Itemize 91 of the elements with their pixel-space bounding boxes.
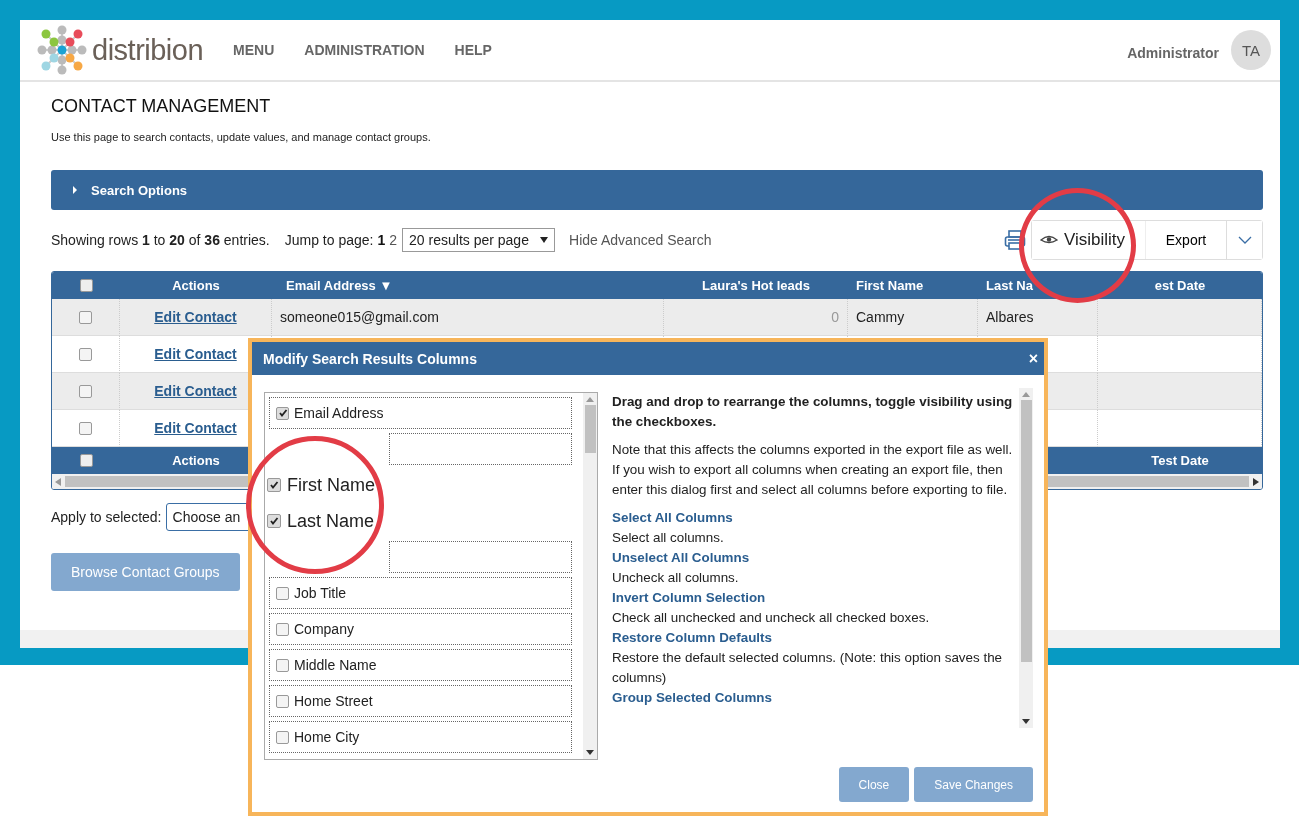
column-header[interactable]: est Date [1098, 272, 1262, 299]
column-item[interactable]: Home Street [269, 685, 572, 717]
caret-icon [71, 186, 79, 194]
table-cell: 0 [664, 299, 848, 336]
edit-contact-link[interactable]: Edit Contact [154, 420, 237, 436]
column-header[interactable]: Test Date [1098, 447, 1262, 474]
nav-link[interactable]: HELP [454, 42, 492, 58]
apply-label: Apply to selected: [51, 509, 162, 525]
checkbox[interactable] [79, 421, 92, 435]
page-link[interactable]: 2 [389, 232, 398, 248]
column-label: Home Street [294, 693, 373, 709]
action-link[interactable]: Invert Column Selection [612, 588, 1015, 608]
dialog-title: Modify Search Results Columns [263, 350, 477, 367]
eye-icon [1040, 235, 1058, 245]
arrow-right-icon[interactable] [1253, 477, 1259, 486]
column-item[interactable]: Email Address [269, 397, 572, 429]
table-cell: Albares [978, 299, 1098, 336]
edit-contact-link[interactable]: Edit Contact [154, 346, 237, 362]
checkbox[interactable] [79, 310, 92, 324]
column-label: Middle Name [294, 657, 377, 673]
column-item[interactable]: Company [269, 613, 572, 645]
edit-contact-link[interactable]: Edit Contact [154, 383, 237, 399]
page-description: Use this page to search contacts, update values, and manage contact groups. [51, 131, 432, 143]
visibility-button[interactable]: Visibility [1032, 221, 1146, 259]
arrow-down-icon[interactable] [1022, 719, 1030, 724]
help-note: Note that this affects the columns exported in the export file as well. If you wish to export all columns when creating an export file, then enter this dialog first and select all columns before exporting to file. [612, 441, 1014, 499]
column-header[interactable]: Email Address ▼ [272, 272, 664, 299]
action-description: Check all unchecked and uncheck all checked boxes. [612, 609, 931, 627]
vertical-scrollbar[interactable] [583, 393, 597, 759]
checkbox[interactable] [276, 730, 289, 744]
close-button[interactable]: × [1028, 349, 1038, 368]
action-link[interactable]: Group Selected Columns [612, 688, 1015, 708]
column-item[interactable] [389, 433, 572, 465]
avatar[interactable]: TA [1231, 30, 1271, 70]
action-description: Select all columns. [612, 529, 725, 547]
page-link[interactable]: 1 [377, 232, 386, 248]
column-item[interactable]: Middle Name [269, 649, 572, 681]
column-label: Company [294, 621, 354, 637]
per-page-select[interactable]: 20 results per page [402, 228, 556, 252]
checkbox[interactable] [79, 384, 92, 398]
arrow-down-icon[interactable] [586, 750, 594, 755]
printer-icon[interactable] [1004, 229, 1026, 251]
scroll-thumb[interactable] [1020, 400, 1032, 662]
table-cell: Cammy [848, 299, 978, 336]
checkbox[interactable] [276, 694, 289, 708]
column-item[interactable]: Job Title [269, 577, 572, 609]
column-item[interactable]: First Name [265, 469, 572, 501]
nav-link[interactable]: MENU [233, 42, 275, 58]
advanced-search-link[interactable]: Hide Advanced Search [569, 232, 712, 248]
column-label: Job Title [294, 585, 347, 601]
scroll-thumb[interactable] [584, 405, 596, 453]
checkbox[interactable] [276, 586, 289, 600]
dropdown-icon [540, 237, 549, 243]
arrow-left-icon[interactable] [55, 477, 61, 486]
column-header[interactable]: First Name [848, 272, 978, 299]
arrow-up-icon[interactable] [586, 397, 594, 402]
user-name: Administrator [1127, 45, 1219, 61]
column-label: Last Name [287, 510, 375, 532]
export-menu-button[interactable] [1226, 221, 1262, 259]
column-header[interactable]: Laura's Hot leads [664, 272, 848, 299]
column-item[interactable] [389, 541, 572, 573]
table-cell: someone015@gmail.com [272, 299, 664, 336]
action-description: Restore the default selected columns. (Note: this option saves the columns) [612, 649, 1004, 687]
action-link[interactable]: Select All Columns [612, 508, 1015, 528]
column-item[interactable]: Home City [269, 721, 572, 753]
search-options-bar[interactable]: Search Options [51, 170, 1263, 210]
nav-link[interactable]: ADMINISTRATION [304, 42, 425, 58]
jump-label: Jump to page: [284, 232, 374, 248]
chevron-icon [1237, 236, 1252, 244]
results-summary: Showing rows 1 to 20 of 36 entries. [51, 232, 270, 248]
checkbox[interactable] [276, 622, 289, 636]
checkbox[interactable] [276, 658, 289, 672]
column-label: Home City [294, 729, 360, 745]
checkbox[interactable] [79, 454, 93, 467]
help-intro: Drag and drop to rearrange the columns, toggle visibility using the checkboxes. [612, 393, 1014, 431]
vertical-scrollbar[interactable] [1019, 388, 1033, 728]
logo-text: distribion [92, 33, 204, 67]
action-link[interactable]: Unselect All Columns [612, 548, 1015, 568]
checkbox[interactable] [267, 478, 281, 492]
checkbox[interactable] [267, 514, 281, 528]
edit-contact-link[interactable]: Edit Contact [154, 309, 237, 325]
checkbox[interactable] [79, 279, 93, 292]
column-header[interactable]: Actions [120, 272, 272, 299]
checkbox[interactable] [276, 406, 289, 420]
arrow-up-icon[interactable] [1022, 392, 1030, 397]
column-header[interactable]: Last Na [978, 272, 1098, 299]
checkbox[interactable] [79, 347, 92, 361]
action-description: Uncheck all columns. [612, 569, 740, 587]
column-label: Email Address [294, 405, 384, 421]
column-label: First Name [287, 474, 375, 496]
page-title: CONTACT MANAGEMENT [51, 96, 272, 117]
